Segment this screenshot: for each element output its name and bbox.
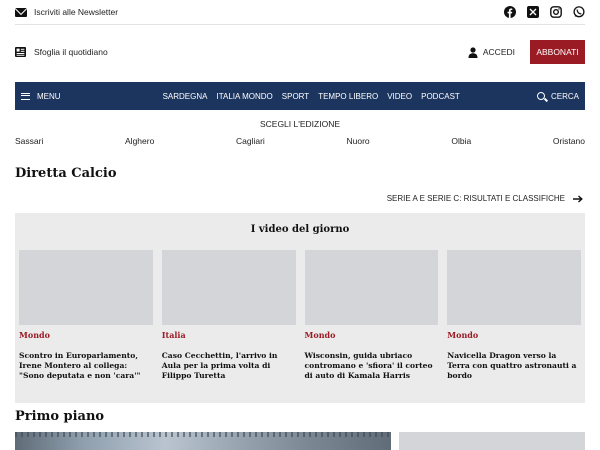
nav-link-video[interactable]: VIDEO <box>387 92 412 101</box>
video-card[interactable]: Mondo Scontro in Europarlamento, Irene M… <box>19 250 153 381</box>
nav-link-sport[interactable]: SPORT <box>282 92 309 101</box>
whatsapp-icon[interactable] <box>573 6 585 18</box>
accedi-link[interactable]: ACCEDI <box>483 47 515 57</box>
edition-oristano[interactable]: Oristano <box>553 136 585 146</box>
top-bar: Iscriviti alle Newsletter <box>15 0 585 25</box>
abbonati-button[interactable]: ABBONATI <box>530 40 585 64</box>
video-card[interactable]: Italia Caso Cecchettin, l'arrivo in Aula… <box>161 250 296 381</box>
video-cards: Mondo Scontro in Europarlamento, Irene M… <box>19 250 581 381</box>
video-section-title: I video del giorno <box>250 224 350 235</box>
account-area: ACCEDI ABBONATI <box>468 40 585 64</box>
social-links <box>504 6 585 18</box>
newsletter-label: Iscriviti alle Newsletter <box>34 7 119 17</box>
quotidiano-link[interactable]: Sfoglia il quotidiano <box>15 47 108 57</box>
nav-link-sardegna[interactable]: SARDEGNA <box>163 92 208 101</box>
search-icon <box>536 92 545 100</box>
video-card[interactable]: Mondo Navicella Dragon verso la Terra co… <box>447 250 581 381</box>
edition-alghero[interactable]: Alghero <box>125 136 154 146</box>
video-card[interactable]: Mondo Wisconsin, guida ubriaco controman… <box>304 250 439 381</box>
instagram-icon[interactable] <box>550 6 562 18</box>
quotidiano-label: Sfoglia il quotidiano <box>34 47 108 57</box>
mail-icon <box>15 7 27 17</box>
video-category[interactable]: Mondo <box>305 330 439 340</box>
nav-link-tempo-libero[interactable]: TEMPO LIBERO <box>318 92 378 101</box>
serie-results-link[interactable]: SERIE A E SERIE C: RISULTATI E CLASSIFIC… <box>387 194 583 203</box>
edition-list: Sassari Alghero Cagliari Nuoro Olbia Ori… <box>15 136 585 146</box>
video-thumbnail[interactable] <box>19 250 153 325</box>
diretta-calcio-heading: Diretta Calcio <box>15 166 117 181</box>
edition-olbia[interactable]: Olbia <box>451 136 471 146</box>
serie-results-label: SERIE A E SERIE C: RISULTATI E CLASSIFIC… <box>386 194 565 203</box>
nav-link-podcast[interactable]: PODCAST <box>421 92 460 101</box>
menu-button[interactable]: MENU <box>21 92 61 101</box>
primo-piano-image[interactable] <box>15 432 391 450</box>
video-thumbnail[interactable] <box>161 250 296 325</box>
edition-selector-label: SCEGLI L'EDIZIONE <box>259 119 341 129</box>
video-thumbnail[interactable] <box>304 250 439 325</box>
edition-nuoro[interactable]: Nuoro <box>347 136 370 146</box>
video-title[interactable]: Wisconsin, guida ubriaco contromano e 's… <box>305 351 439 381</box>
nav-link-italia-mondo[interactable]: ITALIA MONDO <box>216 92 272 101</box>
video-thumbnail[interactable] <box>447 250 581 325</box>
video-category[interactable]: Mondo <box>447 330 581 340</box>
video-title[interactable]: Scontro in Europarlamento, Irene Montero… <box>19 351 153 381</box>
newspaper-icon <box>15 47 26 57</box>
edition-cagliari[interactable]: Cagliari <box>236 136 265 146</box>
x-icon[interactable] <box>527 6 539 18</box>
search-label: CERCA <box>550 91 579 101</box>
primo-piano-side-image[interactable] <box>399 432 585 450</box>
menu-label: MENU <box>37 91 61 101</box>
facebook-icon[interactable] <box>504 6 516 18</box>
video-section: I video del giorno Mondo Scontro in Euro… <box>15 213 585 403</box>
secondary-bar: Sfoglia il quotidiano ACCEDI ABBONATI <box>15 37 585 67</box>
primo-piano-heading: Primo piano <box>15 409 105 424</box>
edition-sassari[interactable]: Sassari <box>15 136 43 146</box>
user-icon <box>468 46 478 58</box>
video-category[interactable]: Mondo <box>19 330 153 340</box>
nav-links: SARDEGNA ITALIA MONDO SPORT TEMPO LIBERO… <box>163 92 460 101</box>
search-button[interactable]: CERCA <box>536 91 579 101</box>
video-title[interactable]: Caso Cecchettin, l'arrivo in Aula per la… <box>162 351 296 381</box>
video-title[interactable]: Navicella Dragon verso la Terra con quat… <box>447 351 581 381</box>
arrow-right-icon <box>573 194 583 203</box>
video-category[interactable]: Italia <box>162 330 296 340</box>
newsletter-link[interactable]: Iscriviti alle Newsletter <box>15 7 118 17</box>
hamburger-icon <box>21 92 30 100</box>
main-nav: MENU SARDEGNA ITALIA MONDO SPORT TEMPO L… <box>15 82 585 110</box>
